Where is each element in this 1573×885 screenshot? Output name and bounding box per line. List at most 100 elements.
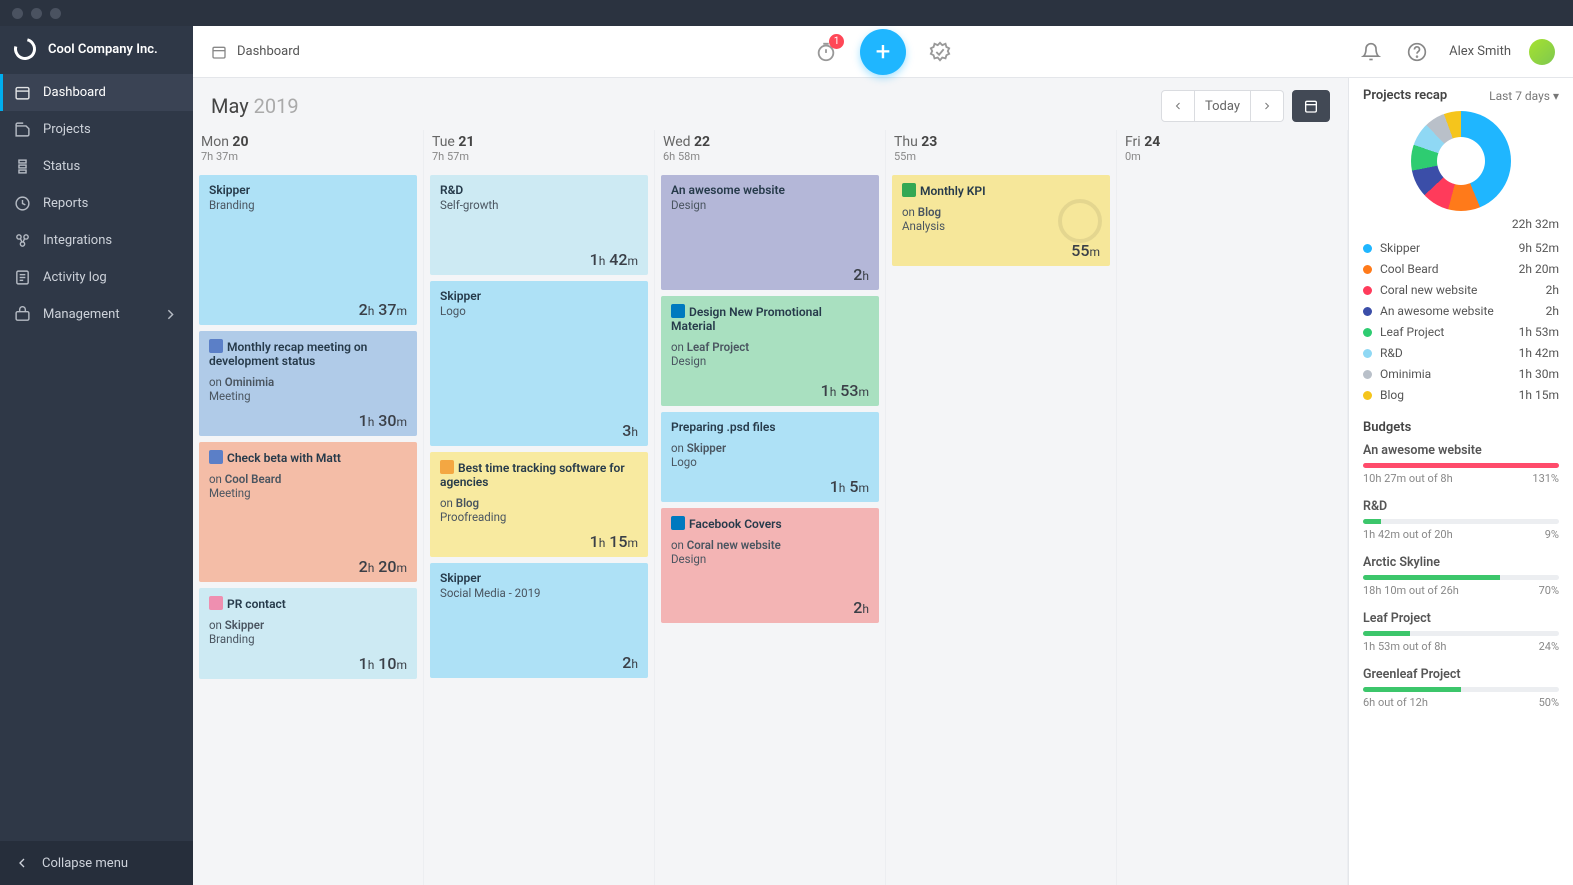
legend-value: 2h — [1546, 304, 1559, 318]
day-column: R&DSelf-growth1h 42mSkipperLogo3hBest ti… — [424, 169, 655, 885]
avatar[interactable] — [1529, 39, 1555, 65]
time-entry-card[interactable]: SkipperLogo3h — [430, 281, 648, 446]
legend-item[interactable]: Blog1h 15m — [1363, 388, 1559, 402]
time-entry-card[interactable]: Monthly recap meeting on development sta… — [199, 331, 417, 436]
sidebar-item-projects[interactable]: Projects — [0, 111, 193, 148]
day-name: Tue 21 — [432, 134, 646, 150]
time-entry-card[interactable]: Monthly KPIon BlogAnalysis55m — [892, 175, 1110, 266]
budget-bar — [1363, 519, 1559, 524]
traffic-dot[interactable] — [50, 8, 61, 19]
card-tag: Meeting — [209, 486, 407, 500]
sidebar-item-integrations[interactable]: Integrations — [0, 222, 193, 259]
legend-item[interactable]: Skipper9h 52m — [1363, 241, 1559, 255]
time-entry-card[interactable]: An awesome websiteDesign2h — [661, 175, 879, 290]
cal-today-button[interactable]: Today — [1195, 90, 1251, 122]
time-entry-card[interactable]: PR contacton SkipperBranding1h 10m — [199, 588, 417, 679]
nav-icon — [14, 269, 31, 286]
help-icon-button[interactable] — [1403, 38, 1431, 66]
add-button[interactable]: + — [860, 29, 906, 75]
budget-item[interactable]: Leaf Project 1h 53m out of 8h 24% — [1363, 611, 1559, 653]
legend-item[interactable]: Coral new website2h — [1363, 283, 1559, 297]
sidebar-item-status[interactable]: Status — [0, 148, 193, 185]
card-title: Monthly recap meeting on development sta… — [209, 339, 407, 368]
budget-pct: 131% — [1532, 472, 1559, 485]
company-header[interactable]: Cool Company Inc. — [0, 26, 193, 74]
budget-bar — [1363, 631, 1559, 636]
calendar: May 2019 Today — [193, 78, 1348, 885]
budget-bar — [1363, 575, 1559, 580]
budget-item[interactable]: R&D1h 42m out of 20h9% — [1363, 499, 1559, 541]
summary-panel: Projects recap Last 7 days ▾ 22h 32m Ski… — [1348, 78, 1573, 885]
card-tag: Logo — [671, 455, 869, 469]
card-project: on Cool Beard — [209, 472, 407, 486]
cal-prev-button[interactable] — [1161, 90, 1195, 122]
legend-dot-icon — [1363, 286, 1372, 295]
sidebar-item-management[interactable]: Management — [0, 296, 193, 333]
timer-icon-button[interactable]: 1 — [812, 38, 840, 66]
budget-pct: 9% — [1545, 528, 1559, 541]
budget-item[interactable]: An awesome website10h 27m out of 8h131% — [1363, 443, 1559, 485]
budget-bar — [1363, 463, 1559, 468]
legend-item[interactable]: Leaf Project1h 53m — [1363, 325, 1559, 339]
legend-value: 2h — [1546, 283, 1559, 297]
legend-value: 1h 30m — [1519, 367, 1559, 381]
legend-dot-icon — [1363, 244, 1372, 253]
legend-value: 1h 15m — [1519, 388, 1559, 402]
approve-icon-button[interactable] — [926, 38, 954, 66]
sidebar-item-activity-log[interactable]: Activity log — [0, 259, 193, 296]
sidebar: Cool Company Inc. DashboardProjects Statu… — [0, 26, 193, 885]
time-entry-card[interactable]: Best time tracking software for agencies… — [430, 452, 648, 557]
card-subtitle: Branding — [209, 198, 407, 212]
time-entry-card[interactable]: SkipperBranding2h 37m — [199, 175, 417, 325]
sidebar-item-reports[interactable]: Reports — [0, 185, 193, 222]
time-entry-card[interactable]: Check beta with Matton Cool BeardMeeting… — [199, 442, 417, 582]
day-header: Thu 2355m — [886, 130, 1117, 169]
budget-pct: 24% — [1539, 640, 1559, 653]
card-subtitle: Self-growth — [440, 198, 638, 212]
legend-name: Cool Beard — [1380, 262, 1438, 276]
budget-item[interactable]: Arctic Skyline18h 10m out of 26h70% — [1363, 555, 1559, 597]
breadcrumb[interactable]: Dashboard — [211, 44, 300, 60]
traffic-dot[interactable] — [31, 8, 42, 19]
task-icon — [209, 450, 223, 464]
sidebar-item-dashboard[interactable]: Dashboard — [0, 74, 193, 111]
legend-item[interactable]: R&D1h 42m — [1363, 346, 1559, 360]
legend-item[interactable]: Ominimia1h 30m — [1363, 367, 1559, 381]
nav-label: Integrations — [43, 233, 112, 248]
notification-badge: 1 — [829, 34, 844, 49]
legend-name: An awesome website — [1380, 304, 1494, 318]
cal-view-button[interactable] — [1292, 90, 1330, 122]
traffic-dot[interactable] — [12, 8, 23, 19]
recap-donut-chart — [1411, 111, 1511, 211]
legend-value: 2h 20m — [1519, 262, 1559, 276]
day-header: Fri 240m — [1117, 130, 1348, 169]
card-duration: 1h 5m — [830, 469, 869, 496]
nav-icon — [14, 232, 31, 249]
collapse-menu-button[interactable]: Collapse menu — [0, 841, 193, 885]
user-name[interactable]: Alex Smith — [1449, 44, 1511, 59]
card-project: on Ominimia — [209, 375, 407, 389]
budget-name: Leaf Project — [1363, 611, 1559, 626]
window-titlebar — [0, 0, 1573, 26]
time-entry-card[interactable]: R&DSelf-growth1h 42m — [430, 175, 648, 275]
nav-label: Status — [43, 159, 80, 174]
day-name: Fri 24 — [1125, 134, 1339, 150]
time-entry-card[interactable]: SkipperSocial Media - 20192h — [430, 563, 648, 678]
cal-next-button[interactable] — [1251, 90, 1284, 122]
legend-item[interactable]: Cool Beard 2h 20m — [1363, 262, 1559, 276]
legend-dot-icon — [1363, 370, 1372, 379]
budget-text: 1h 53m out of 8h — [1363, 640, 1446, 653]
recap-range-dropdown[interactable]: Last 7 days ▾ — [1489, 89, 1559, 103]
time-entry-card[interactable]: Facebook Coverson Coral new websiteDesig… — [661, 508, 879, 623]
budget-item[interactable]: Greenleaf Project6h out of 12h50% — [1363, 667, 1559, 709]
card-title: An awesome website — [671, 183, 869, 197]
chevron-right-icon — [162, 306, 179, 323]
card-project: on Skipper — [209, 618, 407, 632]
time-entry-card[interactable]: Preparing .psd fileson SkipperLogo1h 5m — [661, 412, 879, 502]
time-entry-card[interactable]: Design New Promotional Materialon Leaf P… — [661, 296, 879, 406]
card-title: R&D — [440, 183, 638, 197]
legend-item[interactable]: An awesome website 2h — [1363, 304, 1559, 318]
bell-icon-button[interactable] — [1357, 38, 1385, 66]
day-total: 7h 37m — [201, 150, 415, 163]
day-name: Thu 23 — [894, 134, 1108, 150]
